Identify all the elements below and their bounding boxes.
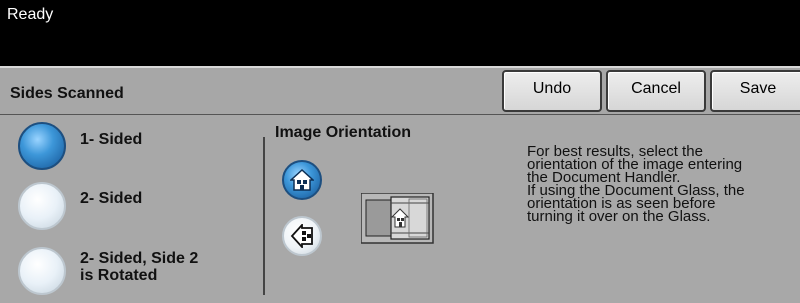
option-2-sided[interactable]: 2- Sided <box>0 175 263 235</box>
option-label: 1- Sided <box>80 131 143 148</box>
divider <box>263 137 265 295</box>
radio-unselected-icon[interactable] <box>18 182 66 230</box>
option-label: 2- Sided <box>80 190 143 207</box>
radio-unselected-icon[interactable] <box>18 247 66 295</box>
save-button[interactable]: Save <box>710 70 800 112</box>
radio-selected-icon[interactable] <box>18 122 66 170</box>
option-label-line-1: 2- Sided, Side 2 <box>80 250 199 267</box>
main-panel: 1- Sided 2- Sided 2- Sided, Side 2 is Ro… <box>0 114 800 303</box>
status-text: Ready <box>7 6 54 23</box>
sideways-house-icon <box>290 224 313 248</box>
option-1-sided[interactable]: 1- Sided <box>0 117 263 177</box>
orientation-sideways-button[interactable] <box>282 216 322 256</box>
option-label-line-2: is Rotated <box>80 267 158 284</box>
upright-house-icon <box>290 168 314 191</box>
document-handler-icon <box>360 192 435 250</box>
option-label: 2- Sided, Side 2 is Rotated <box>80 250 198 284</box>
info-line: turning it over on the Glass. <box>527 208 711 225</box>
orientation-title: Image Orientation <box>275 124 412 141</box>
header: Sides Scanned Undo Cancel Save <box>0 66 800 114</box>
sides-options-panel: 1- Sided 2- Sided 2- Sided, Side 2 is Ro… <box>0 115 263 303</box>
option-2-sided-rotated[interactable]: 2- Sided, Side 2 is Rotated <box>0 238 263 298</box>
undo-button[interactable]: Undo <box>502 70 602 112</box>
info-text: For best results, select the orientation… <box>527 144 797 225</box>
cancel-button[interactable]: Cancel <box>606 70 706 112</box>
status-bar: Ready <box>0 0 800 66</box>
orientation-upright-button[interactable] <box>282 160 322 200</box>
page-title: Sides Scanned <box>10 85 124 102</box>
